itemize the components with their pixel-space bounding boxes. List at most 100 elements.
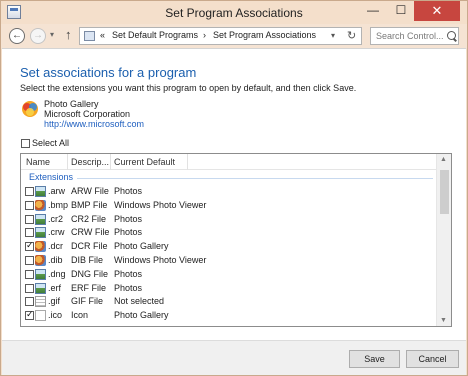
list-item[interactable]: .cr2 CR2 File Photos (21, 213, 437, 226)
scroll-up-arrow-icon[interactable]: ▲ (440, 156, 447, 163)
breadcrumb-overflow[interactable]: « (100, 30, 105, 40)
breadcrumb-separator[interactable]: › (203, 30, 206, 40)
group-divider (77, 178, 433, 179)
address-bar[interactable]: « Set Default Programs › Set Program Ass… (79, 27, 362, 45)
select-all-checkbox[interactable] (21, 139, 30, 148)
extension-name: .dib (48, 255, 63, 265)
extension-description: GIF File (71, 296, 104, 307)
control-panel-small-icon (84, 31, 95, 41)
photo-gallery-file-icon (35, 199, 46, 211)
program-name: Photo Gallery (44, 99, 99, 109)
list-header: ^ Name Descrip... Current Default (21, 154, 437, 170)
search-box[interactable]: Search Control... (370, 27, 459, 45)
list-item[interactable]: .bmp BMP File Windows Photo Viewer (21, 199, 437, 212)
extension-checkbox[interactable] (25, 214, 34, 224)
extension-description: CR2 File (71, 213, 107, 224)
extension-checkbox[interactable] (25, 240, 34, 252)
image-file-icon (35, 227, 46, 239)
navigation-bar: ← → ▾ ↑ « Set Default Programs › Set Pro… (1, 24, 467, 48)
extension-checkbox[interactable] (25, 269, 34, 279)
photo-gallery-icon (22, 101, 38, 117)
main-content: Set associations for a program Select th… (2, 48, 466, 340)
extension-name: .gif (48, 296, 61, 307)
column-divider[interactable] (67, 154, 68, 170)
column-header-name[interactable]: Name (26, 157, 50, 167)
scrollbar-thumb[interactable] (440, 170, 449, 214)
extension-checkbox[interactable] (25, 309, 34, 321)
extension-checkbox[interactable] (25, 187, 34, 196)
program-info: Photo Gallery Microsoft Corporation (44, 99, 130, 119)
instruction-text: Select the extensions you want this prog… (20, 83, 357, 93)
group-header-extensions: Extensions (29, 172, 74, 182)
extension-checkbox[interactable] (25, 297, 34, 307)
extension-name: .arw (48, 186, 66, 196)
refresh-icon[interactable]: ↻ (347, 29, 356, 42)
gif-file-icon (35, 296, 46, 308)
list-item[interactable]: .dcr DCR File Photo Gallery (21, 240, 437, 253)
list-item[interactable]: .erf ERF File Photos (21, 282, 437, 295)
extension-current-default: Photos (114, 186, 143, 196)
extension-name: .cr2 (48, 213, 64, 224)
save-button[interactable]: Save (349, 350, 400, 368)
search-icon[interactable] (447, 31, 456, 40)
select-all-label[interactable]: Select All (32, 138, 69, 148)
photo-gallery-file-icon (35, 241, 46, 253)
extension-name: .ico (48, 310, 63, 321)
image-file-icon (35, 268, 46, 280)
extension-checkbox[interactable] (25, 256, 34, 265)
column-header-current-default[interactable]: Current Default (114, 157, 175, 167)
extension-name: .erf (48, 282, 62, 293)
extension-description: DCR File (71, 241, 108, 252)
extensions-list[interactable]: ^ Name Descrip... Current Default Extens… (20, 153, 452, 327)
vertical-scrollbar[interactable]: ▲ ▼ (436, 154, 451, 326)
extension-current-default: Windows Photo Viewer (114, 255, 207, 265)
up-button[interactable]: ↑ (65, 27, 72, 42)
minimize-button[interactable]: — (360, 1, 386, 21)
list-item[interactable]: .dng DNG File Photos (21, 268, 437, 281)
address-dropdown-icon[interactable]: ▾ (331, 31, 335, 40)
list-item[interactable]: .dib DIB File Windows Photo Viewer (21, 254, 437, 267)
publisher-link[interactable]: http://www.microsoft.com (44, 119, 144, 129)
extension-current-default: Photo Gallery (114, 241, 169, 252)
extension-current-default: Photos (114, 268, 143, 279)
page-heading: Set associations for a program (20, 65, 197, 80)
extension-description: DIB File (71, 255, 104, 265)
back-button[interactable]: ← (9, 28, 25, 44)
search-input[interactable]: Search Control... (376, 31, 444, 41)
column-divider[interactable] (110, 154, 111, 170)
image-file-icon (35, 186, 46, 197)
title-bar: Set Program Associations — ☐ ✕ (1, 1, 467, 24)
extension-checkbox[interactable] (25, 228, 34, 238)
column-header-description[interactable]: Descrip... (71, 157, 109, 167)
maximize-button[interactable]: ☐ (388, 1, 414, 21)
extension-description: CRW File (71, 227, 110, 238)
breadcrumb-set-default-programs[interactable]: Set Default Programs (112, 30, 198, 40)
list-item[interactable]: .crw CRW File Photos (21, 226, 437, 239)
dialog-window: Set Program Associations — ☐ ✕ ← → ▾ ↑ «… (0, 0, 468, 376)
blank-file-icon (35, 310, 46, 322)
extension-name: .dcr (48, 241, 64, 252)
extension-description: ERF File (71, 282, 107, 293)
extension-current-default: Photos (114, 227, 143, 238)
breadcrumb-set-program-associations[interactable]: Set Program Associations (213, 30, 316, 40)
extension-description: BMP File (71, 199, 108, 210)
recent-locations-dropdown[interactable]: ▾ (50, 30, 54, 39)
list-item[interactable]: .arw ARW File Photos (21, 185, 437, 198)
cancel-button[interactable]: Cancel (406, 350, 459, 368)
forward-button[interactable]: → (30, 28, 46, 44)
list-item[interactable]: .ico Icon Photo Gallery (21, 309, 437, 322)
extension-description: ARW File (71, 186, 109, 196)
image-file-icon (35, 213, 46, 225)
column-divider[interactable] (187, 154, 188, 170)
image-file-icon (35, 282, 46, 294)
scroll-down-arrow-icon[interactable]: ▼ (440, 317, 447, 324)
extension-name: .crw (48, 227, 65, 238)
extension-description: Icon (71, 310, 89, 321)
close-button[interactable]: ✕ (414, 1, 460, 21)
extension-current-default: Windows Photo Viewer (114, 199, 207, 210)
extension-current-default: Photo Gallery (114, 310, 169, 321)
extension-checkbox[interactable] (25, 283, 34, 293)
list-item[interactable]: .gif GIF File Not selected (21, 295, 437, 308)
extension-current-default: Photos (114, 282, 143, 293)
extension-checkbox[interactable] (25, 200, 34, 210)
